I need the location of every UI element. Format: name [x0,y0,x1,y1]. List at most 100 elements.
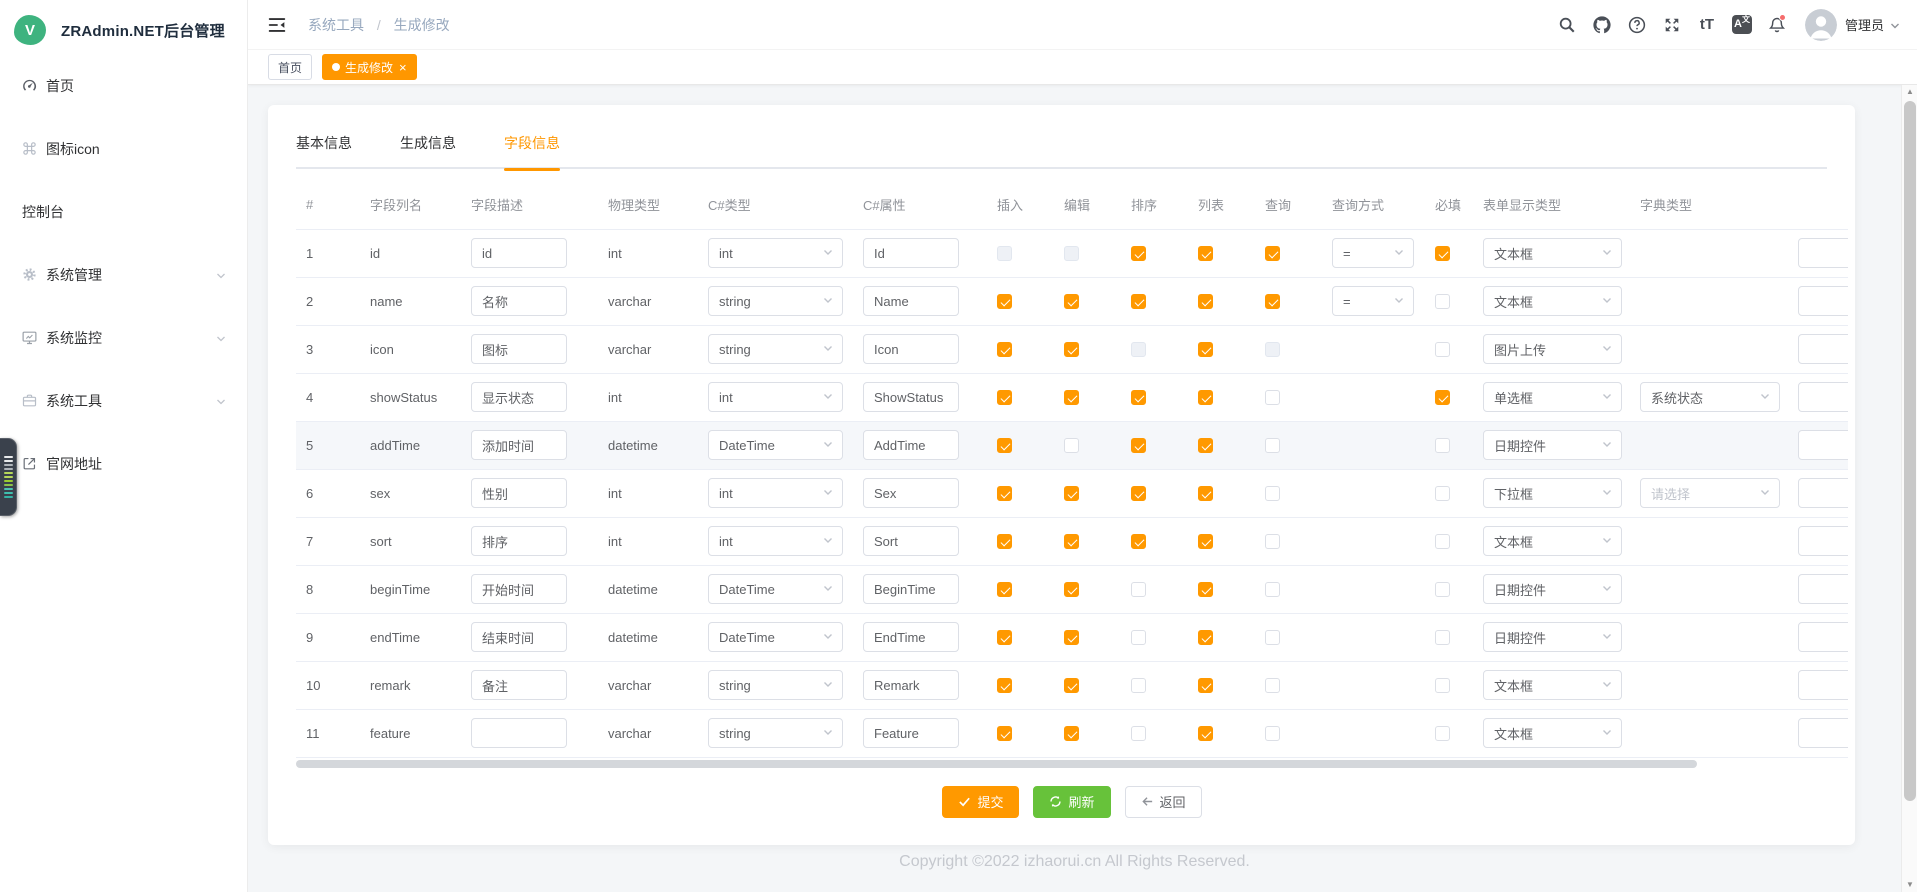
sort-checkbox[interactable] [1131,534,1146,549]
csharp-property-input[interactable] [863,622,959,652]
edit-checkbox[interactable] [1064,630,1079,645]
required-checkbox[interactable] [1435,390,1450,405]
query-checkbox[interactable] [1265,726,1280,741]
csharp-property-input[interactable] [863,478,959,508]
required-checkbox[interactable] [1435,294,1450,309]
overflow-column-input[interactable] [1798,574,1848,604]
query-type-select[interactable]: = [1332,286,1414,316]
csharp-type-select[interactable]: DateTime [708,430,843,460]
sort-checkbox[interactable] [1131,630,1146,645]
display-type-select[interactable]: 日期控件 [1483,430,1622,460]
list-checkbox[interactable] [1198,678,1213,693]
csharp-type-select[interactable]: int [708,526,843,556]
tab-字段信息[interactable]: 字段信息 [504,127,560,169]
csharp-type-select[interactable]: int [708,478,843,508]
insert-checkbox[interactable] [997,678,1012,693]
required-checkbox[interactable] [1435,246,1450,261]
display-type-select[interactable]: 图片上传 [1483,334,1622,364]
edit-checkbox[interactable] [1064,486,1079,501]
query-type-select[interactable]: = [1332,238,1414,268]
required-checkbox[interactable] [1435,342,1450,357]
required-checkbox[interactable] [1435,438,1450,453]
vertical-scrollbar-thumb[interactable] [1904,101,1916,801]
display-type-select[interactable]: 单选框 [1483,382,1622,412]
scroll-up-arrow[interactable]: ▲ [1902,85,1917,99]
overflow-column-input[interactable] [1798,670,1848,700]
list-checkbox[interactable] [1198,294,1213,309]
tag-首页[interactable]: 首页 [268,54,312,80]
overflow-column-input[interactable] [1798,430,1848,460]
submit-button[interactable]: 提交 [942,786,1019,818]
field-description-input[interactable] [471,334,567,364]
sidebar-item-控制台[interactable]: 控制台 [0,180,247,243]
edit-checkbox[interactable] [1064,390,1079,405]
csharp-property-input[interactable] [863,430,959,460]
edit-checkbox[interactable] [1064,582,1079,597]
display-type-select[interactable]: 日期控件 [1483,622,1622,652]
list-checkbox[interactable] [1198,342,1213,357]
csharp-property-input[interactable] [863,286,959,316]
display-type-select[interactable]: 文本框 [1483,718,1622,748]
overflow-column-input[interactable] [1798,238,1848,268]
query-checkbox[interactable] [1265,486,1280,501]
refresh-button[interactable]: 刷新 [1033,786,1110,818]
font-size-icon[interactable]: tT [1697,15,1717,35]
list-checkbox[interactable] [1198,486,1213,501]
csharp-type-select[interactable]: string [708,334,843,364]
field-description-input[interactable] [471,238,567,268]
sidebar-item-官网地址[interactable]: 官网地址 [0,432,247,495]
tab-基本信息[interactable]: 基本信息 [296,127,352,169]
display-type-select[interactable]: 文本框 [1483,238,1622,268]
insert-checkbox[interactable] [997,486,1012,501]
required-checkbox[interactable] [1435,534,1450,549]
edit-checkbox[interactable] [1064,678,1079,693]
bell-icon[interactable] [1767,15,1787,35]
csharp-type-select[interactable]: DateTime [708,574,843,604]
avatar[interactable] [1805,9,1837,41]
display-type-select[interactable]: 文本框 [1483,670,1622,700]
query-checkbox[interactable] [1265,438,1280,453]
github-icon[interactable] [1592,15,1612,35]
insert-checkbox[interactable] [997,294,1012,309]
insert-checkbox[interactable] [997,438,1012,453]
sidebar-item-首页[interactable]: 首页 [0,54,247,117]
overflow-column-input[interactable] [1798,286,1848,316]
field-description-input[interactable] [471,286,567,316]
overflow-column-input[interactable] [1798,526,1848,556]
csharp-type-select[interactable]: DateTime [708,622,843,652]
performance-monitor-pill[interactable] [0,438,17,516]
sort-checkbox[interactable] [1131,246,1146,261]
list-checkbox[interactable] [1198,630,1213,645]
list-checkbox[interactable] [1198,582,1213,597]
back-button[interactable]: 返回 [1125,786,1202,818]
query-checkbox[interactable] [1265,678,1280,693]
tag-close-icon[interactable]: × [399,61,407,74]
overflow-column-input[interactable] [1798,382,1848,412]
insert-checkbox[interactable] [997,534,1012,549]
sort-checkbox[interactable] [1131,294,1146,309]
field-description-input[interactable] [471,382,567,412]
insert-checkbox[interactable] [997,342,1012,357]
display-type-select[interactable]: 文本框 [1483,286,1622,316]
sidebar-item-图标icon[interactable]: 图标icon [0,117,247,180]
required-checkbox[interactable] [1435,726,1450,741]
csharp-type-select[interactable]: int [708,382,843,412]
required-checkbox[interactable] [1435,678,1450,693]
list-checkbox[interactable] [1198,390,1213,405]
sort-checkbox[interactable] [1131,726,1146,741]
translate-icon[interactable]: A文 [1732,15,1752,35]
edit-checkbox[interactable] [1064,534,1079,549]
csharp-property-input[interactable] [863,382,959,412]
sidebar-fold-icon[interactable] [266,14,288,36]
display-type-select[interactable]: 下拉框 [1483,478,1622,508]
sidebar-item-系统工具[interactable]: 系统工具 [0,369,247,432]
required-checkbox[interactable] [1435,486,1450,501]
insert-checkbox[interactable] [997,390,1012,405]
csharp-type-select[interactable]: string [708,670,843,700]
field-description-input[interactable] [471,430,567,460]
query-checkbox[interactable] [1265,390,1280,405]
sort-checkbox[interactable] [1131,390,1146,405]
fullscreen-icon[interactable] [1662,15,1682,35]
dict-type-select[interactable]: 请选择 [1640,478,1780,508]
field-description-input[interactable] [471,622,567,652]
